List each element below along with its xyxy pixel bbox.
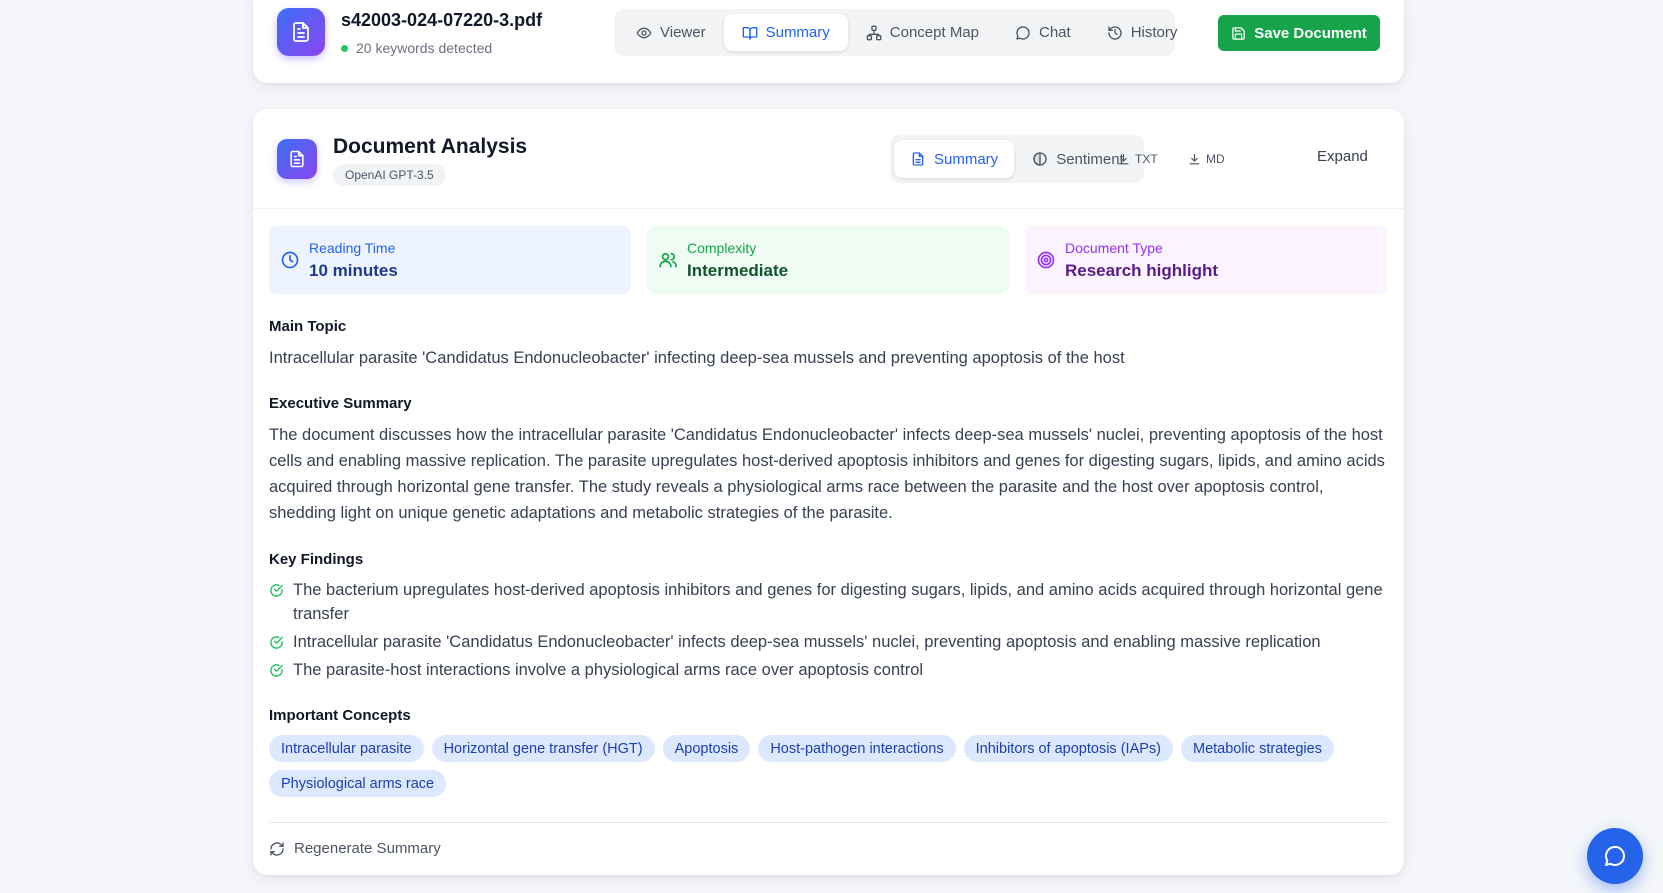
tab-concept-map-label: Concept Map (889, 24, 979, 41)
key-finding-item: Intracellular parasite 'Candidatus Endon… (269, 630, 1389, 654)
document-analysis-card: Document Analysis OpenAI GPT-3.5 Summary… (253, 109, 1404, 875)
save-document-button[interactable]: Save Document (1218, 15, 1380, 51)
document-header-card: s42003-024-07220-3.pdf 20 keywords detec… (253, 0, 1404, 83)
book-open-icon (742, 25, 758, 41)
executive-summary-heading: Executive Summary (269, 395, 412, 412)
key-finding-text: The parasite-host interactions involve a… (293, 661, 924, 679)
reading-time-value: 10 minutes (309, 261, 398, 280)
complexity-card: Complexity Intermediate (647, 226, 1009, 294)
file-document-icon (277, 8, 325, 56)
check-circle-icon (269, 635, 284, 654)
tab-analysis-summary[interactable]: Summary (894, 140, 1015, 178)
analysis-document-icon (277, 139, 317, 179)
important-concepts-heading: Important Concepts (269, 707, 411, 724)
users-icon (658, 250, 678, 270)
regenerate-summary-button[interactable]: Regenerate Summary (269, 840, 441, 857)
executive-summary-text: The document discusses how the intracell… (269, 426, 1385, 522)
tab-viewer-label: Viewer (660, 24, 706, 41)
concept-chip[interactable]: Metabolic strategies (1181, 735, 1334, 762)
concept-chip[interactable]: Inhibitors of apoptosis (IAPs) (963, 735, 1173, 762)
tab-chat-label: Chat (1039, 24, 1071, 41)
document-type-label: Document Type (1065, 240, 1163, 256)
view-tabs: Viewer Summary Concept Map Chat History (614, 9, 1177, 56)
tab-history-label: History (1130, 24, 1178, 41)
tab-history[interactable]: History (1089, 14, 1196, 51)
chat-bubble-icon (1015, 25, 1031, 41)
status-dot-icon (341, 44, 348, 52)
key-finding-text: Intracellular parasite 'Candidatus Endon… (293, 633, 1321, 651)
keywords-status: 20 keywords detected (341, 40, 492, 56)
refresh-icon (269, 841, 285, 857)
tab-chat[interactable]: Chat (997, 14, 1089, 51)
document-icon (910, 151, 926, 167)
analysis-header: Document Analysis OpenAI GPT-3.5 Summary… (253, 109, 1404, 209)
keywords-status-text: 20 keywords detected (356, 40, 493, 56)
concept-chip[interactable]: Intracellular parasite (269, 735, 424, 762)
download-icon (1188, 153, 1201, 166)
download-icon (1117, 153, 1130, 166)
reading-time-label: Reading Time (309, 240, 396, 256)
analysis-tabs: Summary Sentiment (890, 135, 1144, 183)
complexity-value: Intermediate (687, 261, 789, 280)
network-icon (866, 25, 882, 41)
document-type-card: Document Type Research highlight (1025, 226, 1387, 294)
tab-summary[interactable]: Summary (723, 14, 848, 51)
tab-viewer[interactable]: Viewer (618, 14, 724, 51)
clock-icon (280, 250, 300, 270)
half-circle-icon (1032, 151, 1048, 167)
check-circle-icon (269, 583, 284, 626)
tab-concept-map[interactable]: Concept Map (848, 14, 997, 51)
concept-chip[interactable]: Host-pathogen interactions (758, 735, 956, 762)
check-circle-icon (269, 663, 284, 682)
key-finding-text: The bacterium upregulates host-derived a… (293, 581, 1383, 623)
main-topic-heading: Main Topic (269, 318, 347, 335)
export-md-label: MD (1206, 152, 1225, 166)
tab-sentiment-label: Sentiment (1056, 150, 1124, 168)
concept-chip[interactable]: Physiological arms race (269, 770, 447, 797)
analysis-title: Document Analysis (333, 135, 528, 158)
concept-chip[interactable]: Horizontal gene transfer (HGT) (431, 735, 655, 762)
footer-divider (269, 822, 1388, 823)
target-icon (1036, 250, 1056, 270)
expand-button[interactable]: Expand (1317, 148, 1368, 165)
concept-chips: Intracellular parasite Horizontal gene t… (269, 735, 1389, 797)
reading-time-card: Reading Time 10 minutes (269, 226, 631, 294)
export-md-button[interactable]: MD (1188, 149, 1225, 169)
eye-icon (636, 25, 652, 41)
concept-chip[interactable]: Apoptosis (662, 735, 751, 762)
key-finding-item: The parasite-host interactions involve a… (269, 658, 1389, 682)
tab-analysis-summary-label: Summary (934, 150, 999, 168)
model-badge: OpenAI GPT-3.5 (333, 164, 446, 186)
file-name: s42003-024-07220-3.pdf (341, 10, 543, 30)
export-txt-button[interactable]: TXT (1117, 149, 1158, 169)
floppy-disk-icon (1231, 26, 1246, 41)
complexity-label: Complexity (687, 240, 757, 256)
key-findings-heading: Key Findings (269, 551, 364, 568)
tab-summary-label: Summary (765, 24, 830, 41)
save-document-label: Save Document (1254, 24, 1367, 42)
floating-chat-button[interactable] (1587, 828, 1643, 884)
regenerate-summary-label: Regenerate Summary (294, 840, 441, 857)
export-txt-label: TXT (1135, 152, 1158, 166)
key-finding-item: The bacterium upregulates host-derived a… (269, 578, 1389, 626)
document-type-value: Research highlight (1065, 261, 1219, 280)
main-topic-text: Intracellular parasite 'Candidatus Endon… (269, 349, 1125, 367)
chat-bubble-icon (1603, 844, 1627, 868)
history-icon (1107, 25, 1123, 41)
